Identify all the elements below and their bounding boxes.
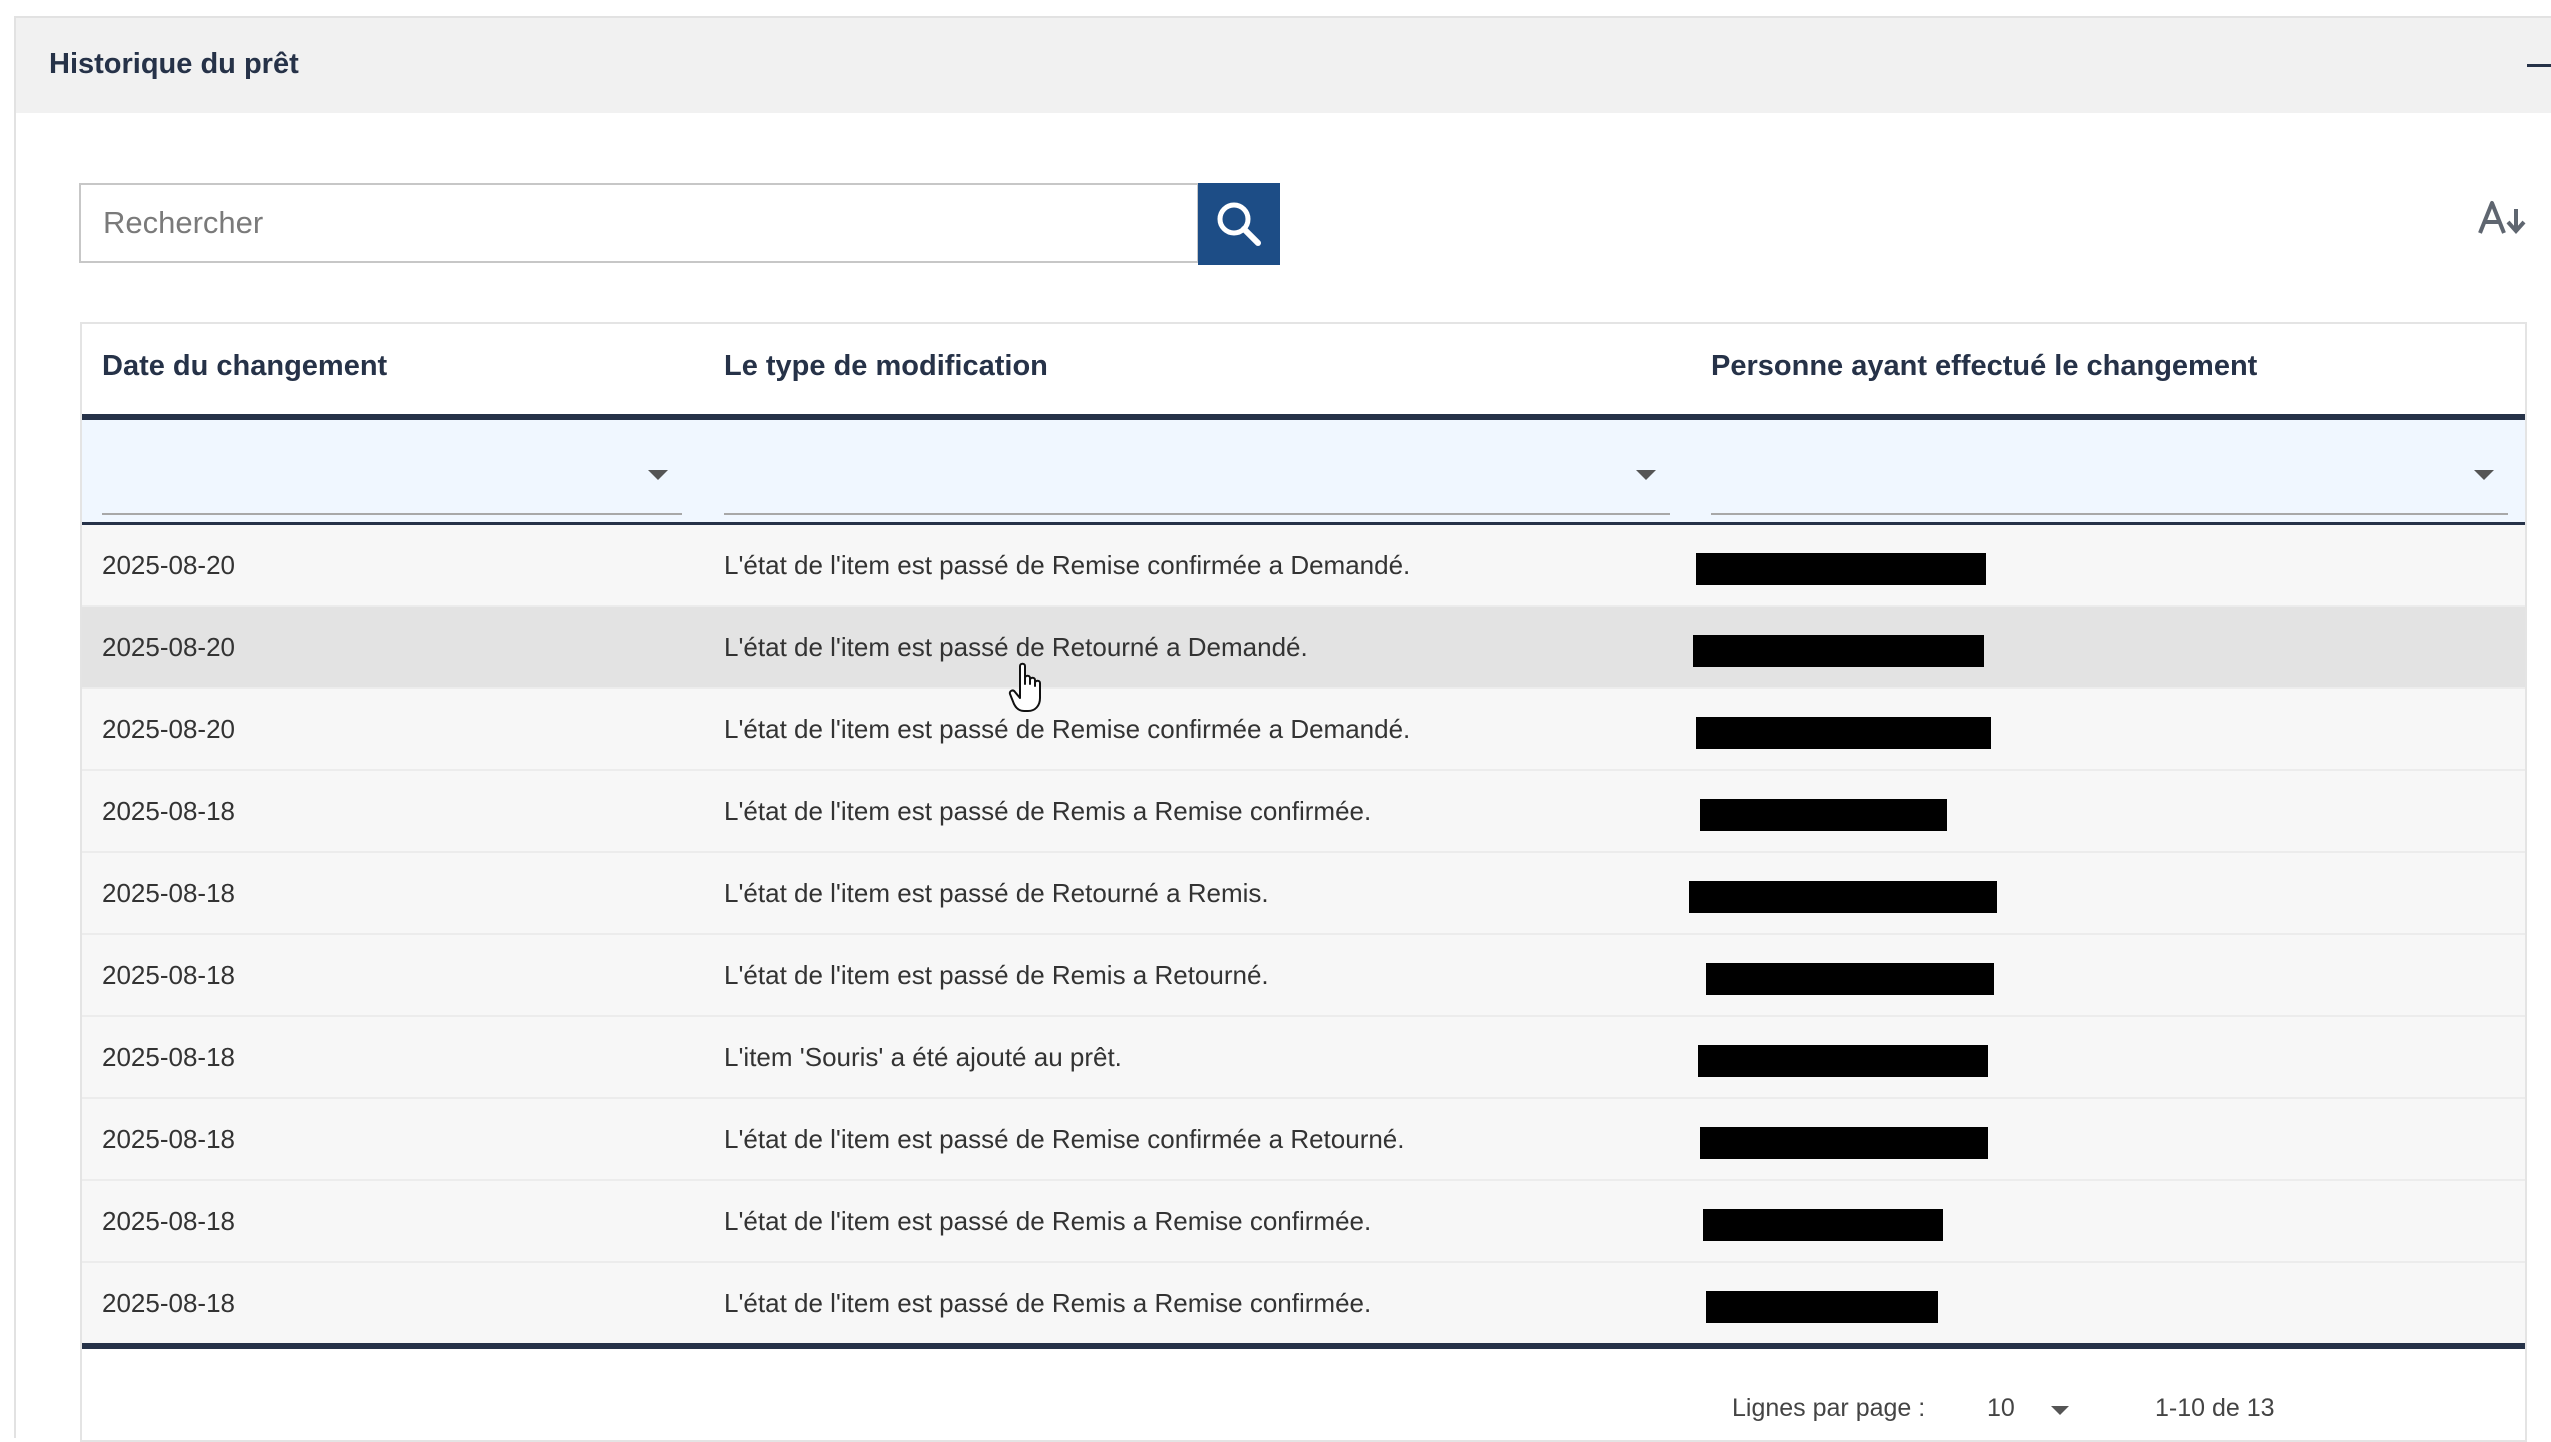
cell-type: L'état de l'item est passé de Remise con… — [724, 714, 1411, 744]
search-input[interactable] — [81, 185, 1197, 261]
redacted-person — [1689, 881, 1997, 913]
cell-date: 2025-08-18 — [102, 796, 235, 826]
cell-type: L'item 'Souris' a été ajouté au prêt. — [724, 1042, 1122, 1072]
column-header-type[interactable]: Le type de modification — [724, 350, 1048, 383]
cell-type: L'état de l'item est passé de Retourné a… — [724, 632, 1308, 662]
redacted-person — [1696, 553, 1986, 585]
minus-icon[interactable] — [2527, 64, 2551, 67]
table-row[interactable]: 2025-08-18 L'état de l'item est passé de… — [82, 853, 2525, 935]
search-icon — [1217, 202, 1261, 246]
cell-date: 2025-08-18 — [102, 1124, 235, 1154]
panel-title: Historique du prêt — [49, 48, 299, 80]
cell-type: L'état de l'item est passé de Remise con… — [724, 550, 1411, 580]
table-row[interactable]: 2025-08-18 L'état de l'item est passé de… — [82, 1181, 2525, 1263]
table-row[interactable]: 2025-08-20 L'état de l'item est passé de… — [82, 525, 2525, 607]
cell-date: 2025-08-18 — [102, 960, 235, 990]
table-row[interactable]: 2025-08-20 L'état de l'item est passé de… — [82, 689, 2525, 771]
redacted-person — [1706, 963, 1994, 995]
type-filter-select[interactable] — [724, 420, 1670, 515]
cell-type: L'état de l'item est passé de Remis a Re… — [724, 796, 1372, 826]
cell-date: 2025-08-18 — [102, 1206, 235, 1236]
redacted-person — [1700, 799, 1947, 831]
cell-date: 2025-08-20 — [102, 714, 235, 744]
chevron-down-icon — [2474, 470, 2494, 480]
redacted-person — [1700, 1127, 1988, 1159]
redacted-person — [1693, 635, 1984, 667]
cell-type: L'état de l'item est passé de Remise con… — [724, 1124, 1405, 1154]
history-table: Date du changement Le type de modificati… — [80, 322, 2527, 1442]
chevron-down-icon — [2051, 1406, 2069, 1415]
sort-button[interactable] — [2476, 197, 2528, 241]
table-row[interactable]: 2025-08-18 L'état de l'item est passé de… — [82, 1099, 2525, 1181]
cell-date: 2025-08-20 — [102, 550, 235, 580]
filter-row — [82, 420, 2525, 525]
cell-date: 2025-08-18 — [102, 1288, 235, 1318]
sort-alpha-icon — [2478, 201, 2526, 235]
column-header-date[interactable]: Date du changement — [102, 350, 387, 383]
chevron-down-icon — [648, 470, 668, 480]
table-body: 2025-08-20 L'état de l'item est passé de… — [82, 525, 2525, 1345]
table-row[interactable]: 2025-08-18 L'état de l'item est passé de… — [82, 771, 2525, 853]
table-header: Date du changement Le type de modificati… — [82, 324, 2525, 420]
person-filter-select[interactable] — [1711, 420, 2508, 515]
rows-per-page-select[interactable]: 10 — [1987, 1384, 2077, 1430]
redacted-person — [1706, 1291, 1938, 1323]
pagination-range: 1-10 de 13 — [2155, 1394, 2275, 1422]
search-field[interactable] — [79, 183, 1199, 263]
cell-date: 2025-08-18 — [102, 878, 235, 908]
redacted-person — [1698, 1045, 1988, 1077]
cell-date: 2025-08-20 — [102, 632, 235, 662]
cell-type: L'état de l'item est passé de Remis a Re… — [724, 960, 1269, 990]
cell-type: L'état de l'item est passé de Retourné a… — [724, 878, 1269, 908]
panel-header[interactable]: Historique du prêt — [16, 18, 2551, 113]
search-button[interactable] — [1198, 183, 1280, 265]
rows-per-page-value: 10 — [1987, 1394, 2015, 1422]
table-row[interactable]: 2025-08-20 L'état de l'item est passé de… — [82, 607, 2525, 689]
cell-type: L'état de l'item est passé de Remis a Re… — [724, 1288, 1372, 1318]
cell-date: 2025-08-18 — [102, 1042, 235, 1072]
rows-per-page-label: Lignes par page : — [1732, 1394, 1926, 1422]
table-row[interactable]: 2025-08-18 L'item 'Souris' a été ajouté … — [82, 1017, 2525, 1099]
redacted-person — [1703, 1209, 1943, 1241]
date-filter-select[interactable] — [102, 420, 682, 515]
table-row[interactable]: 2025-08-18 L'état de l'item est passé de… — [82, 935, 2525, 1017]
chevron-down-icon — [1636, 470, 1656, 480]
redacted-person — [1696, 717, 1991, 749]
table-row[interactable]: 2025-08-18 L'état de l'item est passé de… — [82, 1263, 2525, 1345]
table-bottom-border — [82, 1343, 2525, 1349]
cell-type: L'état de l'item est passé de Remis a Re… — [724, 1206, 1372, 1236]
column-header-person[interactable]: Personne ayant effectué le changement — [1711, 350, 2257, 383]
